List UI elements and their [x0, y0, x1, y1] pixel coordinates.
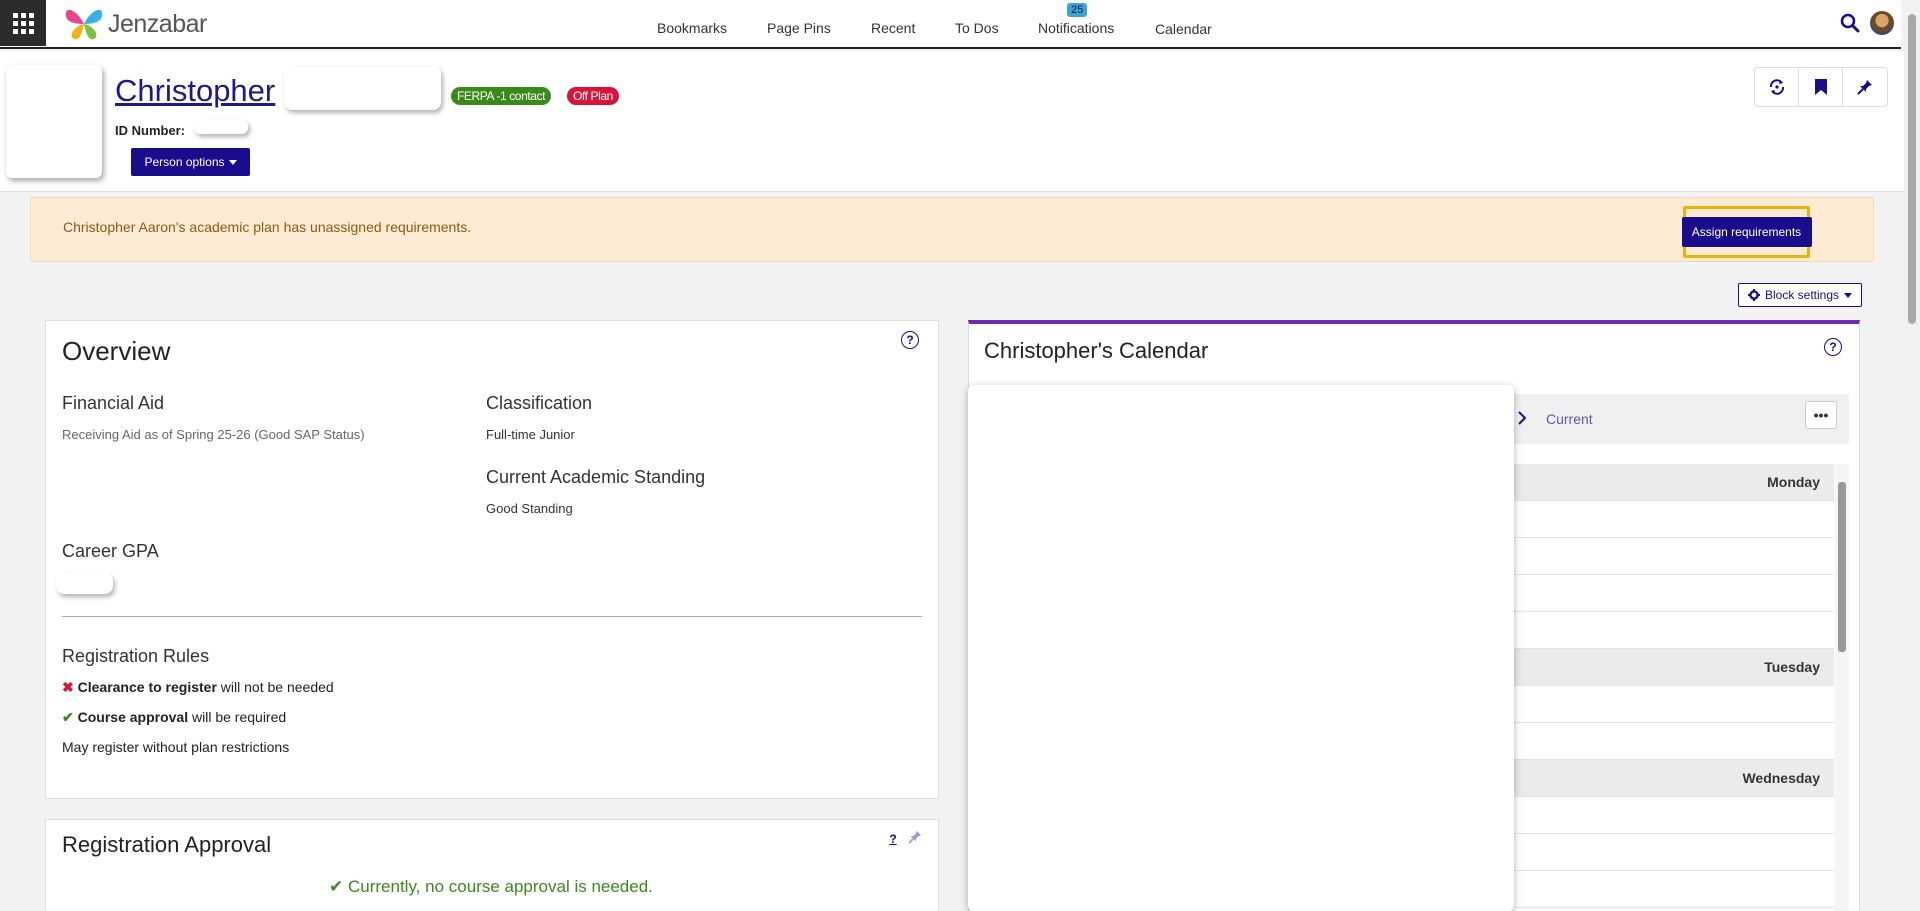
- pin-button[interactable]: [1843, 68, 1887, 106]
- id-number-label: ID Number:: [115, 123, 186, 138]
- page-scrollbar-thumb[interactable]: [1908, 14, 1916, 324]
- unassigned-requirements-alert: Christopher Aaron's academic plan has un…: [30, 197, 1874, 262]
- x-icon: ✖: [62, 679, 74, 695]
- day-label: Wednesday: [1742, 770, 1820, 786]
- classification-value: Full-time Junior: [486, 427, 575, 442]
- financial-aid-value: Receiving Aid as of Spring 25-26 (Good S…: [62, 427, 365, 442]
- nav-to-dos[interactable]: To Dos: [955, 20, 999, 36]
- day-label: Tuesday: [1764, 659, 1820, 675]
- calendar-help-icon[interactable]: ?: [1824, 338, 1842, 356]
- nav-page-pins[interactable]: Page Pins: [767, 20, 831, 36]
- calendar-overlay-panel: [968, 385, 1514, 911]
- app-grid-button[interactable]: [0, 0, 46, 46]
- notifications-count-badge: 25: [1067, 3, 1088, 17]
- grid-icon: [12, 12, 34, 34]
- nav-bookmarks[interactable]: Bookmarks: [657, 20, 727, 36]
- calendar-more-button[interactable]: •••: [1805, 401, 1837, 429]
- butterfly-icon: [65, 9, 103, 40]
- redacted-id-number: [194, 120, 248, 134]
- brand-name: Jenzabar: [108, 9, 207, 38]
- block-settings-label: Block settings: [1764, 288, 1840, 302]
- off-plan-badge[interactable]: Off Plan: [567, 87, 619, 105]
- ferpa-badge[interactable]: FERPA -1 contact: [451, 87, 552, 105]
- pin-icon[interactable]: [908, 830, 922, 844]
- person-photo: [6, 65, 102, 178]
- caret-down-icon: [1844, 292, 1853, 298]
- user-avatar[interactable]: [1870, 11, 1894, 35]
- overview-title: Overview: [62, 336, 171, 366]
- rule-clearance-bold: Clearance to register: [77, 679, 217, 695]
- approval-help-icon[interactable]: ?: [884, 830, 902, 848]
- rule-clearance: ✖ Clearance to register will not be need…: [62, 679, 334, 696]
- bookmark-icon: [1814, 79, 1827, 95]
- top-bar: Jenzabar Bookmarks Page Pins Recent To D…: [0, 0, 1901, 49]
- academic-standing-label: Current Academic Standing: [486, 467, 706, 487]
- overview-card: Overview ? Financial Aid Receiving Aid a…: [45, 320, 939, 799]
- refresh-button[interactable]: [1755, 68, 1799, 106]
- assign-requirements-highlight: Assign requirements: [1681, 206, 1812, 258]
- block-settings-button[interactable]: Block settings: [1738, 283, 1862, 307]
- classification-label: Classification: [486, 393, 593, 413]
- sync-icon: [1769, 79, 1784, 95]
- registration-approval-title: Registration Approval: [62, 832, 272, 857]
- person-header: Christopher FERPA -1 contact Off Plan ID…: [0, 51, 1904, 192]
- nav-recent[interactable]: Recent: [871, 20, 915, 36]
- career-gpa-label: Career GPA: [62, 541, 159, 561]
- header-actions: [1754, 67, 1888, 107]
- redacted-career-gpa: [56, 573, 113, 594]
- page-scrollbar[interactable]: [1904, 0, 1920, 911]
- person-options-button[interactable]: Person options: [131, 148, 250, 176]
- approval-status: ✔ Currently, no course approval is neede…: [329, 877, 653, 897]
- nav-calendar[interactable]: Calendar: [1155, 21, 1212, 37]
- rule-plan-restrictions: May register without plan restrictions: [62, 739, 290, 755]
- chevron-right-icon[interactable]: [1517, 410, 1527, 426]
- rule-clearance-text: will not be needed: [216, 679, 334, 695]
- person-name-link[interactable]: Christopher: [115, 73, 275, 109]
- pin-icon: [1857, 80, 1872, 95]
- approval-status-text: Currently, no course approval is needed.: [347, 877, 653, 896]
- rule-course-approval-bold: Course approval: [77, 709, 189, 725]
- registration-rules-title: Registration Rules: [62, 646, 210, 666]
- search-icon[interactable]: [1840, 13, 1860, 33]
- caret-down-icon: [228, 159, 237, 165]
- nav-notifications[interactable]: Notifications: [1038, 20, 1114, 36]
- check-icon: ✔: [329, 877, 344, 896]
- calendar-scrollbar[interactable]: [1835, 464, 1849, 911]
- calendar-scrollbar-thumb[interactable]: [1838, 482, 1846, 652]
- gear-icon: [1747, 289, 1760, 301]
- redacted-last-name: [284, 66, 441, 110]
- academic-standing-value: Good Standing: [486, 501, 573, 516]
- financial-aid-label: Financial Aid: [62, 393, 165, 413]
- calendar-current-link[interactable]: Current: [1546, 411, 1593, 427]
- rule-course-approval-text: will be required: [188, 709, 287, 725]
- day-label: Monday: [1767, 474, 1820, 490]
- registration-approval-card: Registration Approval ? ✔ Currently, no …: [45, 819, 939, 911]
- calendar-title: Christopher's Calendar: [984, 338, 1209, 363]
- jenzabar-logo[interactable]: Jenzabar: [62, 6, 207, 42]
- divider: [62, 616, 922, 617]
- overview-help-icon[interactable]: ?: [901, 331, 919, 349]
- rule-course-approval: ✔ Course approval will be required: [62, 709, 286, 726]
- assign-requirements-button[interactable]: Assign requirements: [1681, 217, 1812, 247]
- person-options-label: Person options: [144, 155, 225, 169]
- bookmark-button[interactable]: [1799, 68, 1843, 106]
- alert-message: Christopher Aaron's academic plan has un…: [63, 219, 472, 235]
- check-icon: ✔: [62, 709, 74, 725]
